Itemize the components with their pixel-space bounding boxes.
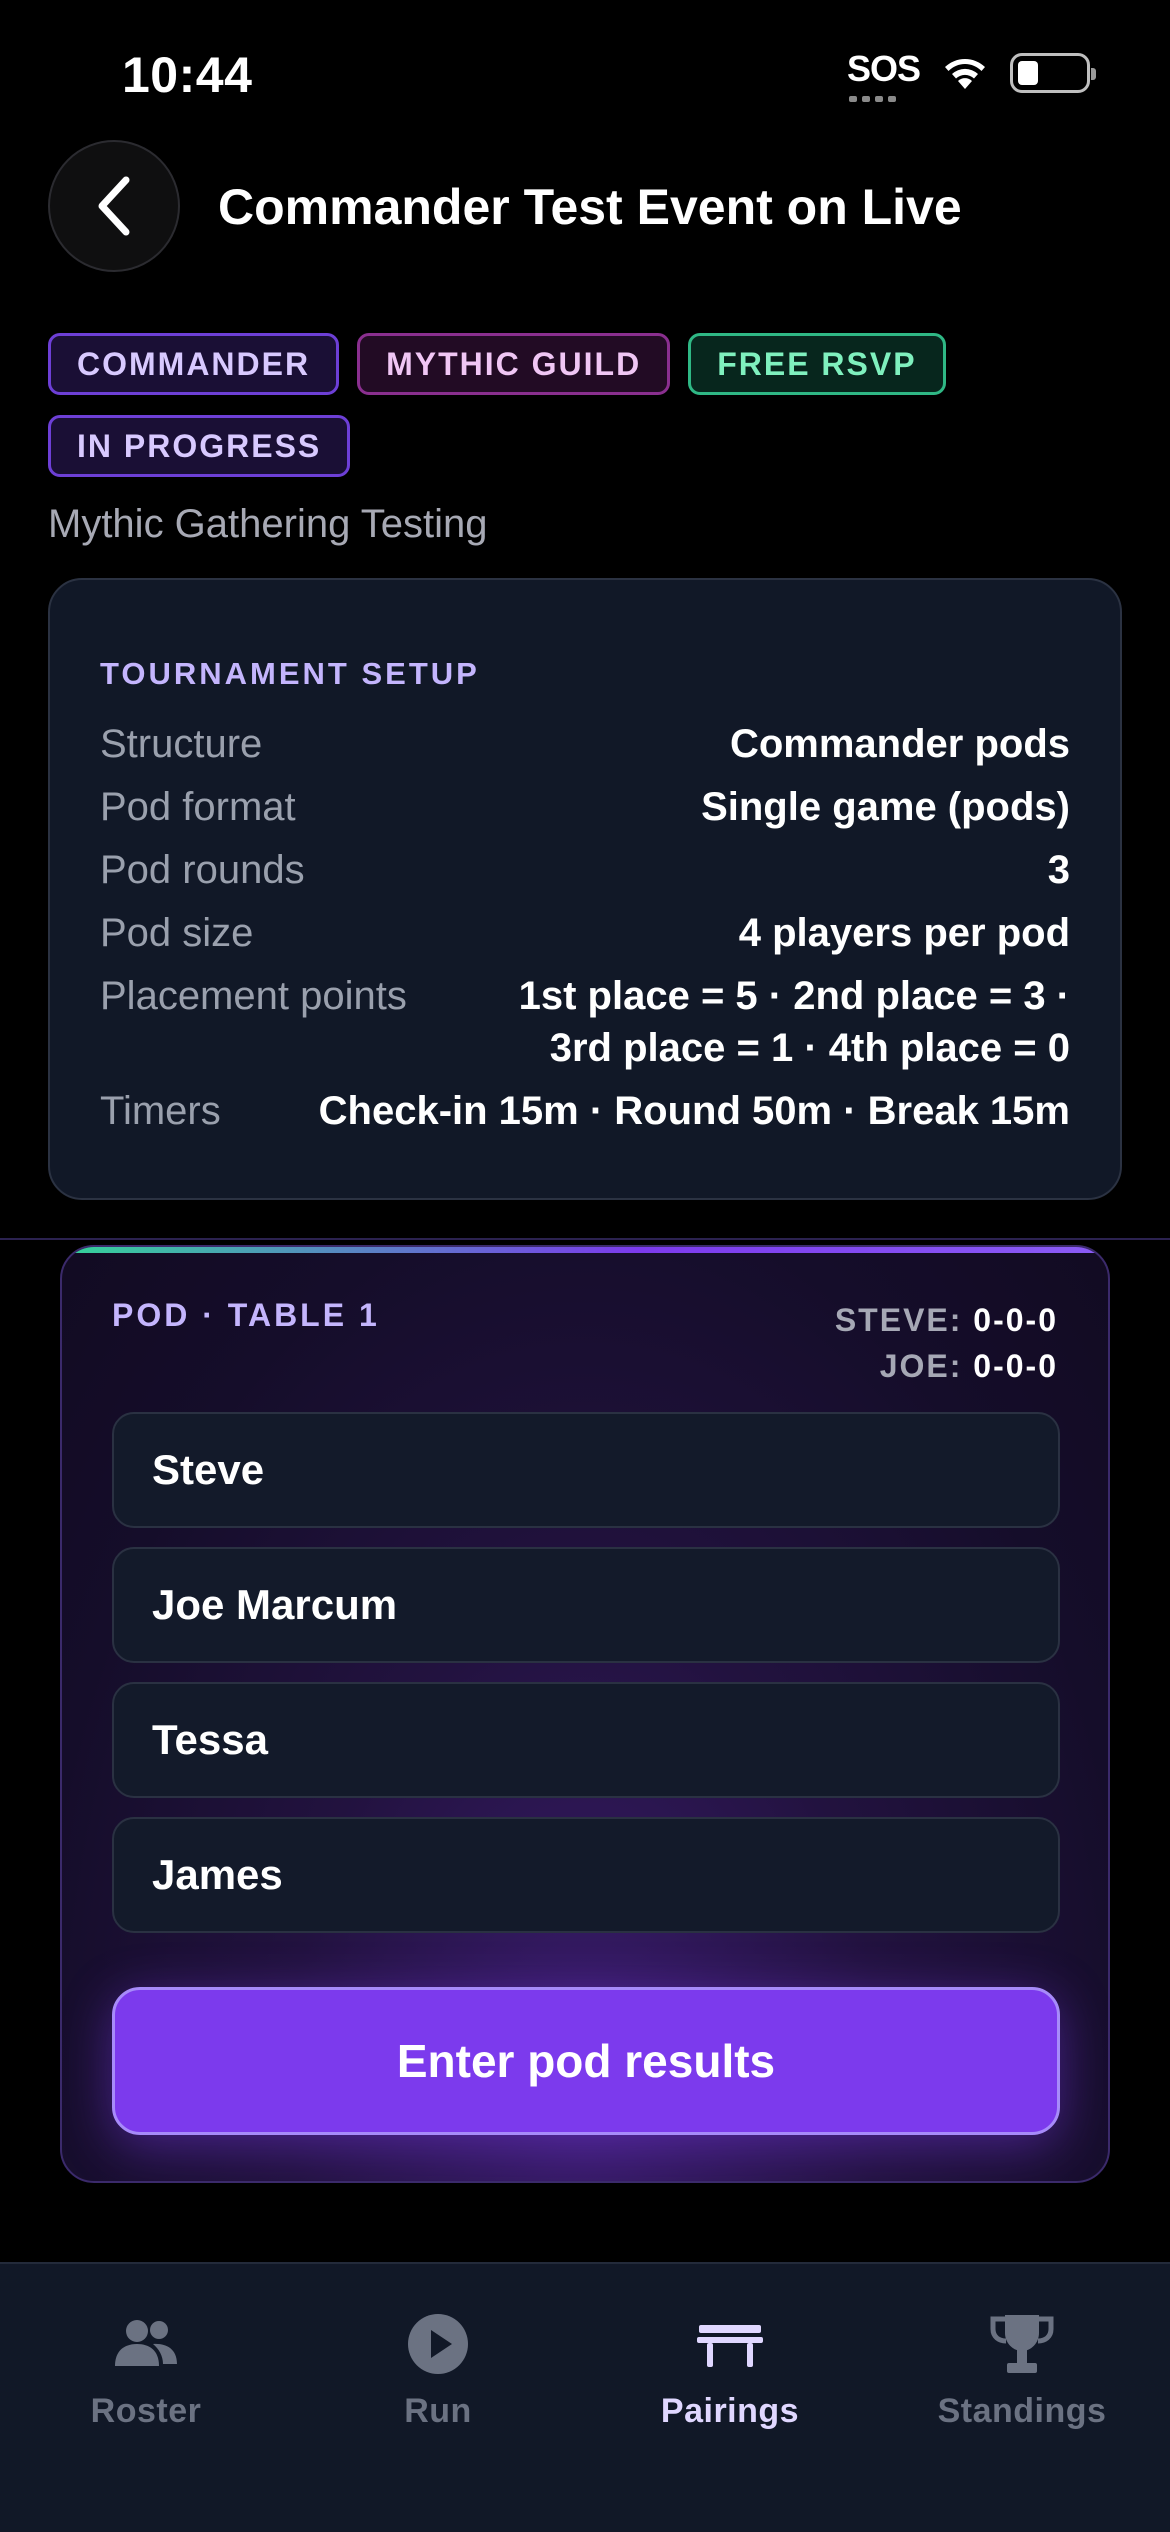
back-button[interactable] — [48, 140, 180, 272]
tab-run[interactable]: Run — [292, 2304, 584, 2431]
setup-row-pod-format: Pod format Single game (pods) — [100, 781, 1070, 833]
badge-rsvp: FREE RSVP — [688, 333, 946, 395]
event-subtitle: Mythic Gathering Testing — [48, 502, 488, 546]
trophy-icon — [989, 2304, 1055, 2384]
record-value: 0-0-0 — [973, 1348, 1058, 1384]
setup-key: Placement points — [100, 974, 407, 1018]
tab-label: Pairings — [660, 2392, 800, 2430]
people-icon — [111, 2304, 181, 2384]
setup-row-timers: Timers Check-in 15m · Round 50m · Break … — [100, 1085, 1070, 1137]
sos-indicator: SOS — [846, 48, 921, 102]
player-row[interactable]: Tessa — [112, 1682, 1060, 1798]
setup-row-structure: Structure Commander pods — [100, 718, 1070, 770]
setup-value: 1st place = 5 · 2nd place = 3 · 3rd plac… — [518, 974, 1070, 1070]
tab-roster[interactable]: Roster — [0, 2304, 292, 2431]
setup-value: Single game (pods) — [701, 785, 1070, 829]
setup-row-pod-size: Pod size 4 players per pod — [100, 907, 1070, 959]
record-line: JOE: 0-0-0 — [835, 1343, 1058, 1389]
sos-label: SOS — [846, 48, 921, 89]
tab-label: Run — [404, 2392, 472, 2430]
section-divider — [0, 1238, 1170, 1240]
badge-format: COMMANDER — [48, 333, 340, 395]
setup-row-pod-rounds: Pod rounds 3 — [100, 844, 1070, 896]
setup-key: Structure — [100, 722, 263, 766]
record-line: STEVE: 0-0-0 — [835, 1297, 1058, 1343]
record-player-name: JOE: — [879, 1348, 963, 1384]
setup-heading: TOURNAMENT SETUP — [100, 656, 480, 691]
badge-organizer: MYTHIC GUILD — [357, 333, 671, 395]
setup-row-placement-points: Placement points 1st place = 5 · 2nd pla… — [100, 970, 1070, 1074]
setup-value: Check-in 15m · Round 50m · Break 15m — [318, 1089, 1070, 1133]
chevron-left-icon — [98, 176, 130, 236]
pod-table-label: POD · TABLE 1 — [112, 1297, 380, 1333]
event-badges: COMMANDER MYTHIC GUILD FREE RSVP IN PROG… — [48, 333, 1128, 477]
tab-standings[interactable]: Standings — [876, 2304, 1168, 2431]
page-title: Commander Test Event on Live — [218, 179, 962, 235]
bottom-tab-bar: Roster Run Pairings Standings — [0, 2262, 1170, 2532]
player-row[interactable]: Joe Marcum — [112, 1547, 1060, 1663]
tournament-setup-card: TOURNAMENT SETUP Structure Commander pod… — [48, 578, 1122, 1200]
badge-status: IN PROGRESS — [48, 415, 351, 477]
pod-records: STEVE: 0-0-0 JOE: 0-0-0 — [835, 1297, 1058, 1389]
wifi-icon — [945, 59, 985, 89]
setup-value: Commander pods — [729, 722, 1070, 766]
setup-key: Pod rounds — [100, 848, 305, 892]
setup-key: Pod format — [100, 785, 296, 829]
tab-label: Standings — [937, 2392, 1107, 2430]
status-icons: SOS — [847, 48, 1096, 102]
sos-dots — [848, 96, 896, 102]
tab-pairings[interactable]: Pairings — [584, 2304, 876, 2431]
setup-key: Timers — [100, 1089, 221, 1133]
screen: 10:44 SOS Commander Test Event on Live C… — [0, 0, 1170, 2532]
pod-card-accent-bar — [62, 1247, 1108, 1253]
battery-icon — [1010, 53, 1096, 93]
pod-card: POD · TABLE 1 STEVE: 0-0-0 JOE: 0-0-0 St… — [60, 1245, 1110, 2183]
tab-label: Roster — [90, 2392, 202, 2430]
play-icon — [406, 2304, 470, 2384]
record-player-name: STEVE: — [834, 1302, 963, 1338]
status-bar: 10:44 SOS — [0, 0, 1170, 140]
enter-pod-results-button[interactable]: Enter pod results — [112, 1987, 1060, 2135]
record-value: 0-0-0 — [973, 1302, 1058, 1338]
setup-value: 3 — [1047, 848, 1070, 892]
status-time: 10:44 — [122, 47, 253, 103]
player-row[interactable]: James — [112, 1817, 1060, 1933]
setup-key: Pod size — [100, 911, 254, 955]
player-row[interactable]: Steve — [112, 1412, 1060, 1528]
table-icon — [695, 2304, 765, 2384]
setup-value: 4 players per pod — [738, 911, 1070, 955]
